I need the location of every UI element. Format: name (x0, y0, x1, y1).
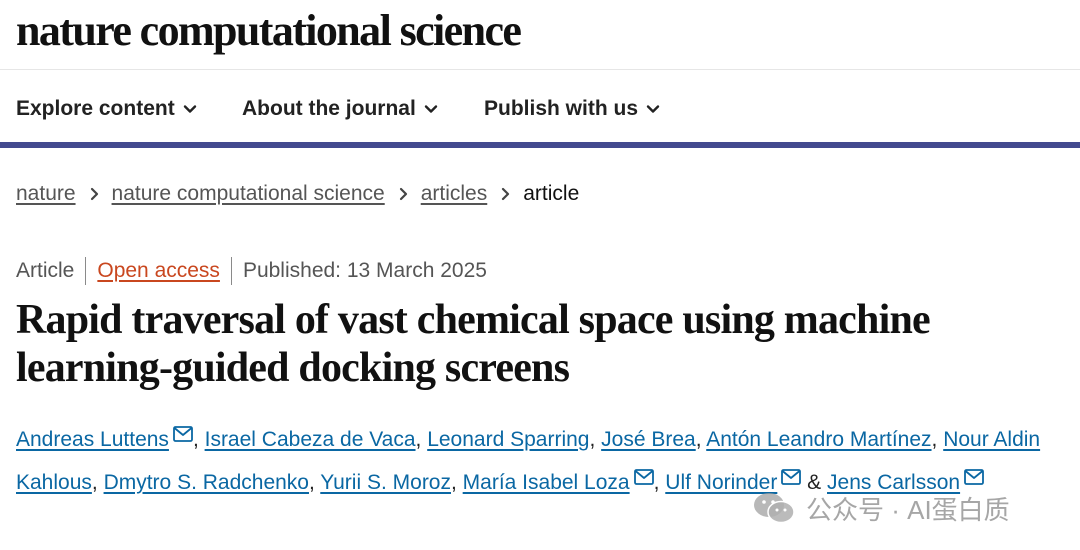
mail-icon[interactable] (781, 469, 802, 485)
author-separator: , (589, 428, 602, 451)
author-separator: , (653, 471, 666, 494)
author-link[interactable]: Antón Leandro Martínez (706, 428, 931, 451)
site-header: nature computational science (0, 0, 1080, 70)
watermark: 公众号 · AI蛋白质 (752, 488, 1010, 528)
breadcrumb-articles[interactable]: articles (421, 182, 488, 206)
chevron-down-icon (183, 105, 196, 113)
author-link[interactable]: Andreas Luttens (16, 428, 169, 451)
breadcrumb: nature nature computational science arti… (16, 178, 579, 210)
author-separator: , (695, 428, 707, 451)
article-meta: Article Open access Published: 13 March … (16, 255, 487, 287)
author-separator: , (308, 471, 321, 494)
breadcrumb-journal[interactable]: nature computational science (112, 182, 385, 206)
author-link[interactable]: Yurii S. Moroz (320, 471, 451, 494)
nav-publish-with-us[interactable]: Publish with us (484, 94, 660, 124)
chevron-down-icon (646, 105, 660, 113)
author-link[interactable]: José Brea (601, 428, 696, 451)
article-title: Rapid traversal of vast chemical space u… (16, 297, 931, 391)
open-access-link[interactable]: Open access (97, 259, 220, 283)
author-separator: , (451, 471, 463, 494)
author-separator: , (415, 428, 428, 451)
chevron-down-icon (424, 105, 438, 113)
nav-label: Explore content (16, 97, 175, 120)
author-link[interactable]: Leonard Sparring (427, 428, 589, 451)
watermark-text: 公众号 · AI蛋白质 (806, 494, 1010, 525)
chevron-right-icon (502, 187, 510, 201)
chevron-right-icon (90, 187, 98, 201)
nav-about-journal[interactable]: About the journal (242, 94, 438, 124)
divider (230, 257, 232, 285)
divider (85, 257, 87, 285)
author-link[interactable]: María Isabel Loza (463, 471, 630, 494)
mail-icon[interactable] (964, 469, 984, 485)
nav-explore-content[interactable]: Explore content (16, 94, 197, 124)
nav-label: Publish with us (484, 97, 639, 120)
nav-label: About the journal (242, 97, 416, 120)
published-date: Published: 13 March 2025 (242, 259, 487, 282)
author-separator: , (192, 428, 205, 451)
main-nav: Explore content About the journal Publis… (0, 70, 1080, 148)
mail-icon[interactable] (633, 469, 654, 485)
journal-logo[interactable]: nature computational science (16, 2, 522, 60)
wechat-icon (754, 493, 795, 524)
mail-icon[interactable] (173, 426, 193, 442)
author-separator: , (91, 471, 104, 494)
chevron-right-icon (399, 187, 407, 201)
author-link[interactable]: Israel Cabeza de Vaca (205, 428, 416, 451)
breadcrumb-nature[interactable]: nature (16, 182, 76, 206)
breadcrumb-current: article (523, 182, 580, 205)
article-type: Article (16, 259, 75, 282)
author-link[interactable]: Dmytro S. Radchenko (104, 471, 309, 494)
author-separator: , (931, 428, 944, 451)
